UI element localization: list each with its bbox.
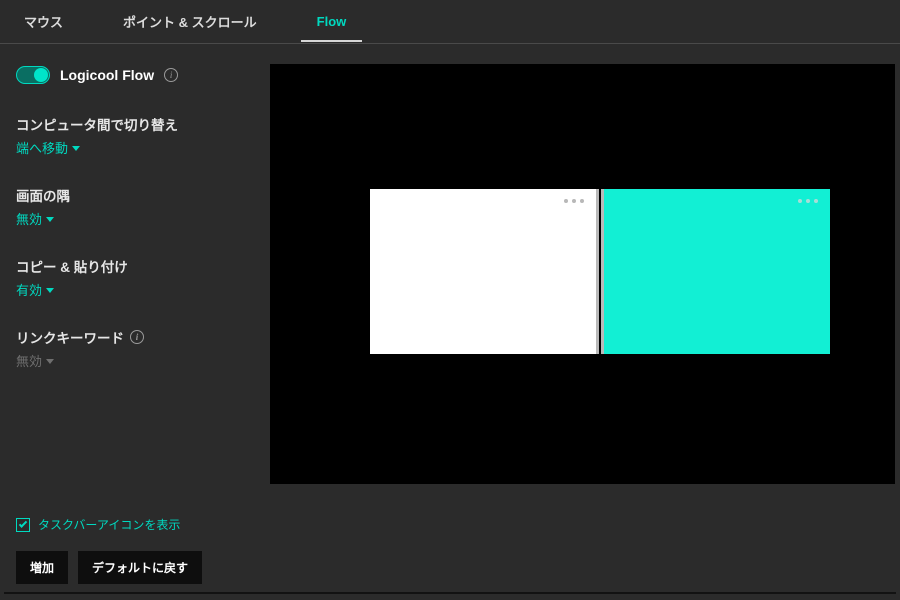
footer-divider — [4, 592, 896, 594]
option-value-text: 有効 — [16, 280, 42, 299]
preview-wrap — [270, 44, 900, 600]
button-row: 増加 デフォルトに戻す — [16, 551, 254, 584]
tab-mouse[interactable]: マウス — [8, 0, 79, 43]
monitors-layout[interactable] — [370, 189, 830, 354]
taskbar-label: タスクバーアイコンを表示 — [38, 516, 180, 533]
option-screen-corner: 画面の隅 無効 — [16, 185, 254, 228]
chevron-down-icon — [46, 359, 54, 364]
sidebar: Logicool Flow i コンピュータ間で切り替え 端へ移動 画面の隅 無… — [0, 44, 270, 600]
flow-toggle-row: Logicool Flow i — [16, 66, 254, 84]
option-link-keyword: リンクキーワード i 無効 — [16, 327, 254, 370]
flow-title: Logicool Flow — [60, 67, 154, 83]
option-label: 画面の隅 — [16, 185, 254, 205]
chevron-down-icon — [46, 217, 54, 222]
flow-toggle[interactable] — [16, 66, 50, 84]
monitor-2[interactable] — [604, 189, 830, 354]
option-label: コンピュータ間で切り替え — [16, 114, 254, 134]
monitor-menu-icon[interactable] — [798, 199, 818, 203]
monitor-1[interactable] — [370, 189, 596, 354]
reset-defaults-button[interactable]: デフォルトに戻す — [78, 551, 202, 584]
option-switch-dropdown[interactable]: 端へ移動 — [16, 138, 80, 157]
option-value-text: 無効 — [16, 209, 42, 228]
info-icon[interactable]: i — [130, 330, 144, 344]
tabs-bar: マウス ポイント & スクロール Flow — [0, 0, 900, 44]
chevron-down-icon — [46, 288, 54, 293]
option-linkkeyword-dropdown: 無効 — [16, 351, 54, 370]
info-icon[interactable]: i — [164, 68, 178, 82]
option-copypaste-dropdown[interactable]: 有効 — [16, 280, 54, 299]
tab-point-scroll[interactable]: ポイント & スクロール — [107, 0, 273, 43]
option-value-text: 無効 — [16, 351, 42, 370]
option-value-text: 端へ移動 — [16, 138, 68, 157]
checkmark-icon — [19, 519, 27, 527]
option-switch-computers: コンピュータ間で切り替え 端へ移動 — [16, 114, 254, 157]
checkbox[interactable] — [16, 518, 30, 532]
add-button[interactable]: 増加 — [16, 551, 68, 584]
option-label-text: リンクキーワード — [16, 327, 124, 347]
toggle-knob — [34, 68, 48, 82]
option-label: リンクキーワード i — [16, 327, 254, 347]
option-copy-paste: コピー & 貼り付け 有効 — [16, 256, 254, 299]
option-label: コピー & 貼り付け — [16, 256, 254, 276]
option-corner-dropdown[interactable]: 無効 — [16, 209, 54, 228]
monitor-edge-gap — [596, 189, 604, 354]
monitor-menu-icon[interactable] — [564, 199, 584, 203]
taskbar-icon-checkbox-row[interactable]: タスクバーアイコンを表示 — [16, 516, 254, 533]
flow-preview — [270, 64, 895, 484]
tab-flow[interactable]: Flow — [301, 2, 363, 41]
chevron-down-icon — [72, 146, 80, 151]
content-area: Logicool Flow i コンピュータ間で切り替え 端へ移動 画面の隅 無… — [0, 44, 900, 600]
